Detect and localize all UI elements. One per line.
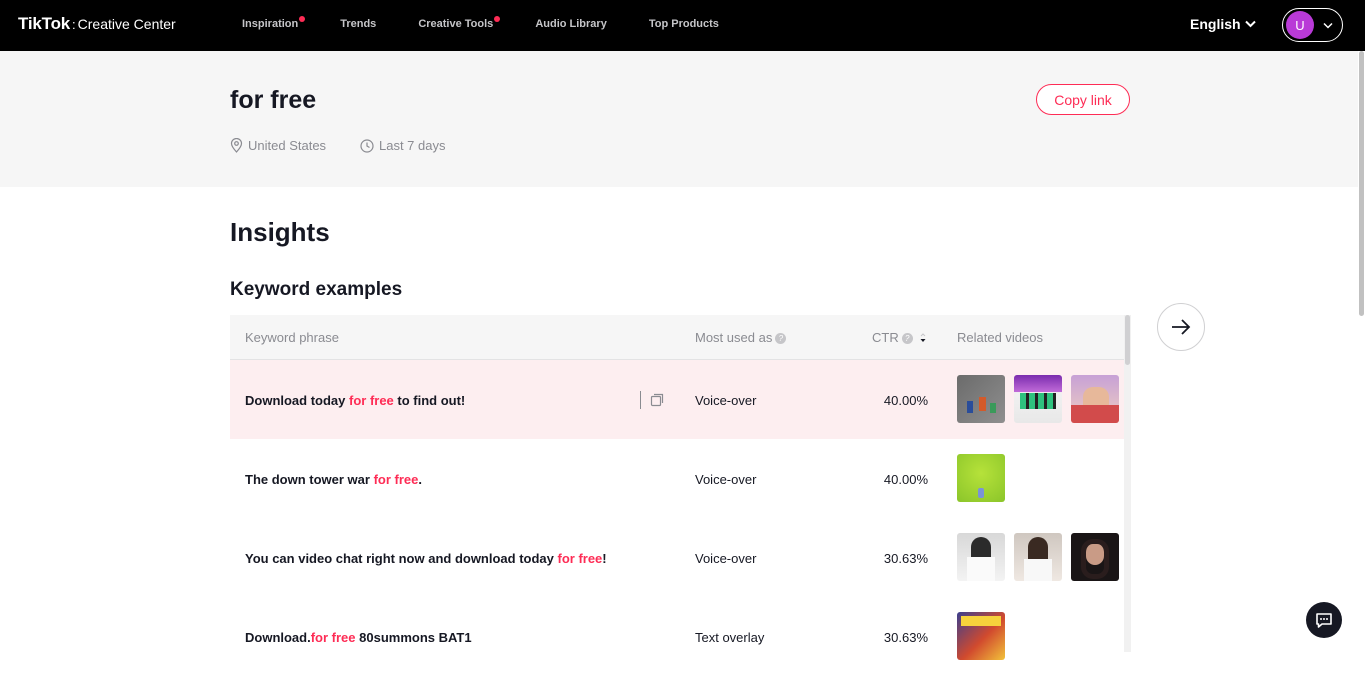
notification-dot bbox=[299, 16, 306, 22]
divider bbox=[640, 391, 641, 409]
header-band bbox=[0, 51, 1365, 187]
keyword-phrase: Download.for free 80summons BAT1 bbox=[245, 630, 472, 645]
table-row[interactable]: The down tower war for free. Voice-over … bbox=[230, 439, 1124, 518]
period-filter: Last 7 days bbox=[360, 138, 446, 153]
phrase-keyword: for free bbox=[349, 393, 394, 408]
nav-item-trends[interactable]: Trends bbox=[340, 18, 376, 30]
period-label: Last 7 days bbox=[379, 138, 446, 153]
location-filter: United States bbox=[230, 138, 326, 153]
chat-support-button[interactable] bbox=[1306, 602, 1342, 638]
related-videos bbox=[957, 375, 1128, 423]
ctr-value: 40.00% bbox=[883, 393, 928, 408]
table-row[interactable]: Download today for free to find out! Voi… bbox=[230, 360, 1124, 439]
language-label: English bbox=[1190, 16, 1241, 32]
chat-icon bbox=[1316, 612, 1332, 628]
phrase-text: 80summons BAT1 bbox=[355, 630, 472, 645]
copy-icon[interactable] bbox=[650, 393, 664, 407]
nav-item-label: Top Products bbox=[648, 18, 719, 30]
phrase-text: Download. bbox=[245, 630, 311, 645]
ctr-value: 30.63% bbox=[883, 630, 928, 645]
table-scrollbar[interactable] bbox=[1125, 315, 1130, 365]
page-title: for free bbox=[230, 86, 317, 114]
table-scroll-track[interactable] bbox=[1124, 315, 1131, 652]
account-menu[interactable]: U bbox=[1282, 8, 1343, 42]
column-header-ctr[interactable]: CTR? bbox=[872, 330, 927, 345]
logo-brand: TikTok bbox=[18, 14, 71, 33]
phrase-text: to find out! bbox=[393, 393, 466, 408]
insights-heading: Insights bbox=[230, 217, 330, 247]
video-thumbnail[interactable] bbox=[1014, 375, 1062, 423]
phrase-text: Download today bbox=[245, 393, 349, 408]
video-thumbnail[interactable] bbox=[957, 533, 1005, 581]
phrase-text: You can video chat right now and downloa… bbox=[245, 551, 558, 566]
nav-item-label: Audio Library bbox=[535, 18, 607, 30]
video-thumbnail[interactable] bbox=[957, 454, 1005, 502]
column-header-related: Related videos bbox=[957, 330, 1043, 345]
phrase-keyword: for free bbox=[310, 630, 356, 645]
used-as-value: Voice-over bbox=[695, 551, 757, 566]
chevron-down-icon bbox=[1323, 22, 1333, 29]
location-pin-icon bbox=[230, 138, 243, 153]
copy-link-button[interactable]: Copy link bbox=[1036, 84, 1130, 115]
logo-separator: : bbox=[72, 17, 76, 32]
chevron-down-icon bbox=[1244, 20, 1256, 28]
help-icon[interactable]: ? bbox=[775, 333, 787, 344]
video-thumbnail[interactable] bbox=[1071, 375, 1119, 423]
column-header-label: Most used as bbox=[695, 330, 773, 345]
phrase-text: ! bbox=[602, 551, 607, 566]
table-header: Keyword phrase Most used as? CTR? Relate… bbox=[230, 315, 1124, 360]
notification-dot bbox=[494, 16, 501, 22]
sort-icon[interactable] bbox=[919, 333, 927, 343]
nav-menu: Inspiration Trends Creative Tools Audio … bbox=[242, 16, 761, 30]
ctr-value: 30.63% bbox=[883, 551, 928, 566]
phrase-text: . bbox=[418, 472, 422, 487]
keyword-phrase: The down tower war for free. bbox=[245, 472, 422, 487]
phrase-text: The down tower war bbox=[245, 472, 374, 487]
next-arrow-button[interactable] bbox=[1157, 303, 1205, 351]
avatar: U bbox=[1286, 11, 1314, 39]
related-videos bbox=[957, 533, 1128, 581]
nav-item-label: Creative Tools bbox=[418, 18, 494, 30]
top-nav: TikTok : Creative Center Inspiration Tre… bbox=[0, 0, 1365, 51]
phrase-keyword: for free bbox=[373, 472, 419, 487]
used-as-value: Text overlay bbox=[695, 630, 765, 645]
used-as-value: Voice-over bbox=[695, 393, 757, 408]
video-thumbnail[interactable] bbox=[957, 375, 1005, 423]
ctr-value: 40.00% bbox=[883, 472, 928, 487]
clock-icon bbox=[360, 138, 374, 153]
video-thumbnail[interactable] bbox=[957, 612, 1005, 660]
phrase-keyword: for free bbox=[557, 551, 603, 566]
video-thumbnail[interactable] bbox=[1071, 533, 1119, 581]
nav-item-label: Inspiration bbox=[242, 18, 299, 30]
logo[interactable]: TikTok : Creative Center bbox=[18, 14, 176, 34]
keyword-examples-heading: Keyword examples bbox=[230, 279, 403, 300]
page-scrollbar[interactable] bbox=[1359, 51, 1364, 316]
arrow-right-icon bbox=[1172, 319, 1191, 335]
nav-item-audio-library[interactable]: Audio Library bbox=[535, 18, 607, 30]
nav-item-creative-tools[interactable]: Creative Tools bbox=[418, 16, 501, 30]
page-scrollbar-track[interactable] bbox=[1358, 51, 1365, 652]
table-row[interactable]: Download.for free 80summons BAT1 Text ov… bbox=[230, 597, 1124, 676]
language-selector[interactable]: English bbox=[1190, 16, 1256, 32]
column-header-label: CTR bbox=[872, 330, 899, 345]
column-header-phrase: Keyword phrase bbox=[245, 330, 339, 345]
table-row[interactable]: You can video chat right now and downloa… bbox=[230, 518, 1124, 597]
keyword-table: Keyword phrase Most used as? CTR? Relate… bbox=[230, 315, 1124, 676]
nav-item-inspiration[interactable]: Inspiration bbox=[242, 16, 306, 30]
used-as-value: Voice-over bbox=[695, 472, 757, 487]
nav-item-top-products[interactable]: Top Products bbox=[649, 18, 719, 30]
keyword-phrase: Download today for free to find out! bbox=[245, 393, 465, 408]
location-label: United States bbox=[248, 138, 327, 153]
related-videos bbox=[957, 612, 1014, 660]
help-icon[interactable]: ? bbox=[901, 333, 913, 344]
related-videos bbox=[957, 454, 1014, 502]
logo-product: Creative Center bbox=[77, 16, 176, 32]
nav-item-label: Trends bbox=[340, 18, 377, 30]
keyword-phrase: You can video chat right now and downloa… bbox=[245, 551, 607, 566]
column-header-used-as: Most used as? bbox=[695, 330, 787, 345]
video-thumbnail[interactable] bbox=[1014, 533, 1062, 581]
